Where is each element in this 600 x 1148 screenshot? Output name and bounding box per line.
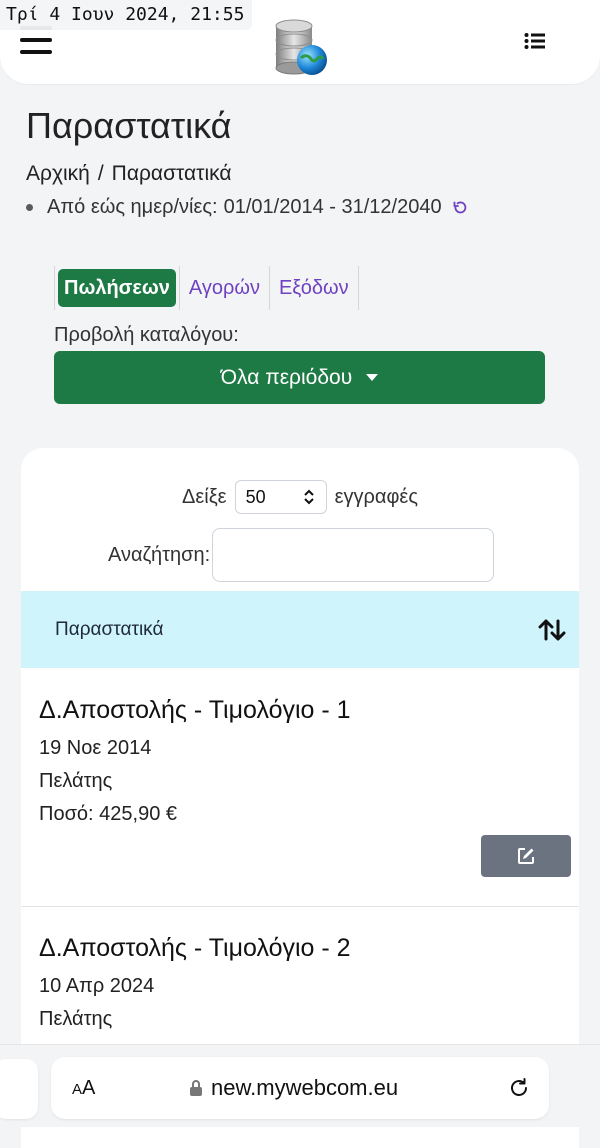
breadcrumb-current: Παραστατικά: [111, 162, 232, 185]
date-range: Από εώς ημερ/νίες: 01/01/2014 - 31/12/20…: [26, 196, 468, 219]
tab-sales[interactable]: Πωλήσεων: [58, 269, 176, 307]
date-range-label: Από εώς ημερ/νίες:: [47, 196, 218, 218]
previous-tab-chip[interactable]: [0, 1059, 38, 1119]
edit-button[interactable]: [481, 835, 571, 877]
row-divider: [21, 906, 579, 907]
database-globe-icon[interactable]: [268, 18, 332, 78]
tab-divider: [268, 266, 270, 310]
search-input[interactable]: [212, 528, 495, 582]
period-dropdown-button[interactable]: Όλα περιόδου: [54, 351, 545, 404]
row-party: Πελάτης: [39, 770, 113, 792]
text-size-button[interactable]: AA: [72, 1077, 95, 1100]
caret-down-icon: [366, 374, 379, 381]
row-date: 19 Νοε 2014: [39, 737, 152, 759]
breadcrumb-separator: /: [97, 162, 104, 185]
list-item[interactable]: Δ.Αποστολής - Τιμολόγιο - 2 10 Απρ 2024 …: [21, 932, 579, 1036]
page-size-value: 50: [245, 486, 266, 507]
browser-toolbar: AA new.mywebcom.eu: [0, 1044, 600, 1127]
table-header-label: Παραστατικά: [55, 618, 164, 640]
address-bar[interactable]: AA new.mywebcom.eu: [51, 1057, 549, 1119]
search-row: Αναζήτηση:: [21, 528, 579, 582]
edit-icon: [518, 848, 534, 864]
lock-icon: [190, 1080, 202, 1096]
reload-icon[interactable]: [507, 1076, 531, 1100]
tab-purchases[interactable]: Αγορών: [183, 269, 266, 307]
tab-divider: [178, 266, 180, 310]
show-suffix: εγγραφές: [334, 485, 418, 508]
document-type-tabs: Πωλήσεων Αγορών Εξόδων: [54, 266, 359, 310]
show-prefix: Δείξε: [182, 485, 227, 508]
table-header[interactable]: Παραστατικά: [21, 591, 579, 668]
page-size-select[interactable]: 50: [234, 480, 327, 514]
refresh-icon[interactable]: [452, 200, 468, 216]
datetime-overlay: Τρί 4 Ιουν 2024, 21:55: [0, 0, 253, 30]
row-party: Πελάτης: [39, 1008, 113, 1030]
list-item[interactable]: Δ.Αποστολής - Τιμολόγιο - 1 19 Νοε 2014 …: [21, 694, 579, 831]
documents-card: Δείξε 50 εγγραφές Αναζήτηση: Παραστατικά…: [21, 448, 579, 1148]
page-size-control: Δείξε 50 εγγραφές: [21, 480, 579, 514]
row-title[interactable]: Δ.Αποστολής - Τιμολόγιο - 1: [39, 694, 579, 726]
search-label: Αναζήτηση:: [108, 543, 211, 566]
bullet-icon: [26, 204, 33, 211]
row-amount: Ποσό: 425,90 €: [39, 803, 177, 825]
period-dropdown-label: Όλα περιόδου: [220, 365, 353, 389]
hamburger-menu-icon[interactable]: [20, 26, 52, 54]
chevron-updown-icon: [303, 489, 314, 505]
list-icon[interactable]: [524, 32, 546, 50]
breadcrumb-home[interactable]: Αρχική: [26, 162, 90, 186]
url-text: new.mywebcom.eu: [211, 1075, 399, 1100]
breadcrumb: Αρχική / Παραστατικά: [26, 162, 232, 186]
sort-arrows-icon[interactable]: [537, 617, 567, 643]
row-title[interactable]: Δ.Αποστολής - Τιμολόγιο - 2: [39, 932, 579, 964]
date-range-value: 01/01/2014 - 31/12/2040: [223, 196, 442, 218]
catalog-view-label: Προβολή καταλόγου:: [54, 324, 239, 346]
page-title: Παραστατικά: [26, 105, 232, 146]
row-date: 10 Απρ 2024: [39, 975, 155, 997]
tab-expenses[interactable]: Εξόδων: [273, 269, 355, 307]
